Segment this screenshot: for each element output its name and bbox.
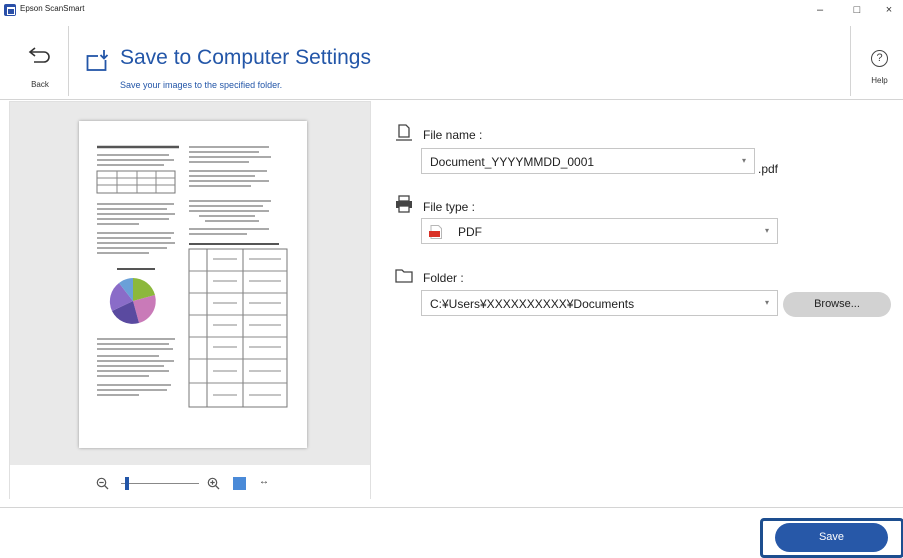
window-title: Epson ScanSmart	[20, 4, 85, 13]
zoom-in-icon[interactable]	[207, 477, 220, 490]
app-icon	[4, 4, 16, 16]
file-extension-label: .pdf	[758, 162, 779, 176]
fit-width-icon[interactable]: ↔	[259, 476, 275, 490]
save-to-computer-icon	[86, 50, 110, 71]
title-bar: Epson ScanSmart – □ ×	[0, 0, 903, 20]
zoom-slider-thumb[interactable]	[125, 477, 129, 490]
chevron-down-icon[interactable]: ▾	[765, 298, 769, 307]
folder-icon	[395, 269, 413, 283]
fit-page-icon[interactable]	[233, 477, 246, 490]
header: Back Save to Computer Settings Save your…	[0, 20, 903, 100]
page-title: Save to Computer Settings	[120, 46, 371, 69]
maximize-button[interactable]: □	[843, 2, 871, 18]
file-type-select[interactable]: PDF ▾	[421, 218, 778, 244]
file-type-icon	[396, 195, 412, 213]
file-type-value: PDF	[458, 225, 482, 239]
folder-path-value: C:¥Users¥XXXXXXXXXX¥Documents	[430, 297, 635, 311]
divider	[850, 26, 851, 96]
back-label: Back	[31, 80, 49, 89]
preview-area	[10, 102, 370, 465]
help-label: Help	[871, 76, 888, 85]
document-thumbnail-image	[96, 145, 288, 408]
file-name-input[interactable]: Document_YYYYMMDD_0001 ▾	[421, 148, 755, 174]
folder-label: Folder :	[423, 271, 464, 285]
preview-panel: ↔	[9, 101, 371, 499]
page-subtitle: Save your images to the specified folder…	[120, 80, 283, 90]
save-button[interactable]: Save	[775, 523, 888, 552]
file-type-label: File type :	[423, 200, 476, 214]
browse-button[interactable]: Browse...	[783, 292, 891, 317]
minimize-button[interactable]: –	[806, 2, 834, 18]
back-arrow-icon	[28, 47, 50, 63]
help-icon: ?	[871, 50, 888, 67]
footer-divider	[0, 507, 903, 508]
chevron-down-icon[interactable]: ▾	[765, 226, 769, 235]
help-button[interactable]: ? Help	[858, 50, 898, 98]
file-name-icon	[396, 124, 412, 141]
zoom-out-icon[interactable]	[96, 477, 109, 490]
chevron-down-icon[interactable]: ▾	[742, 156, 746, 165]
folder-path-select[interactable]: C:¥Users¥XXXXXXXXXX¥Documents ▾	[421, 290, 778, 316]
close-button[interactable]: ×	[875, 2, 903, 18]
file-name-value: Document_YYYYMMDD_0001	[430, 155, 595, 169]
pdf-icon	[429, 225, 442, 239]
back-button[interactable]: Back	[12, 26, 68, 98]
zoom-slider[interactable]	[121, 483, 199, 484]
divider	[68, 26, 69, 96]
scanned-page-thumbnail	[79, 121, 307, 448]
zoom-toolbar: ↔	[10, 465, 370, 499]
file-name-label: File name :	[423, 128, 483, 142]
